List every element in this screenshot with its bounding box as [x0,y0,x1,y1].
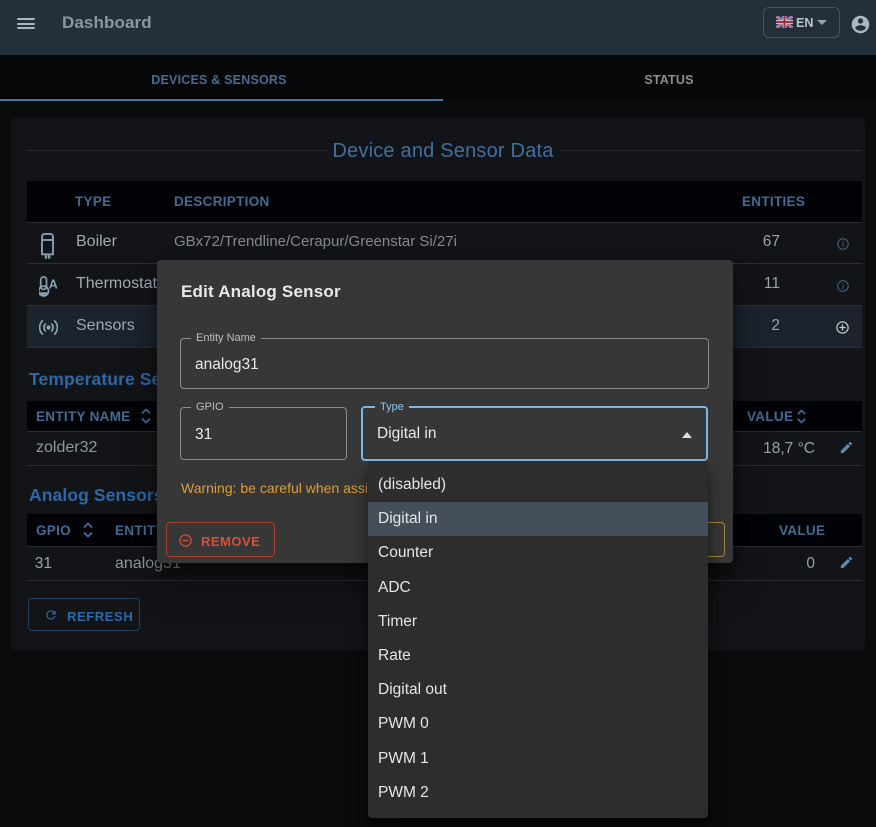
svg-text:A: A [49,277,58,291]
